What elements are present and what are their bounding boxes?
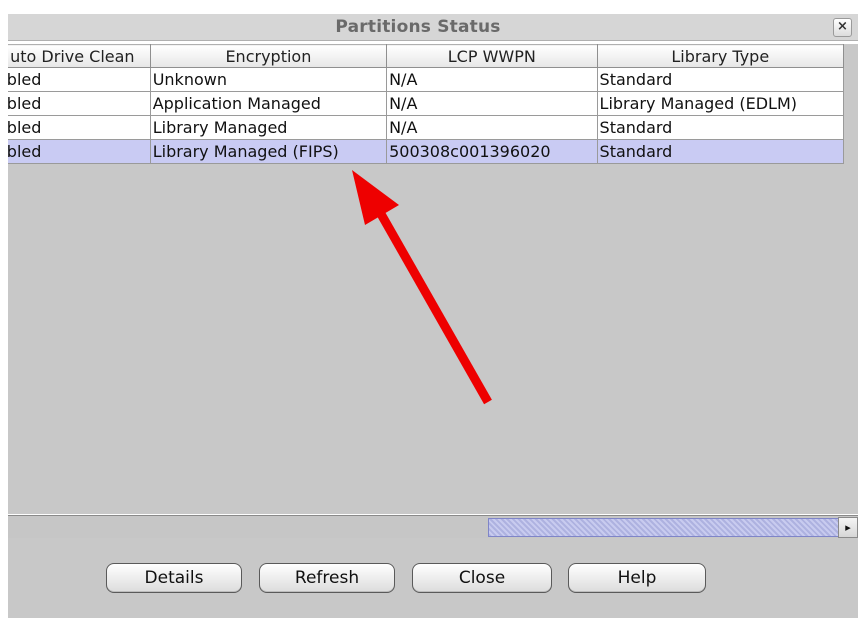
partitions-table: uto Drive Clean Encryption LCP WWPN Libr… (8, 44, 845, 164)
scrollbar-thumb[interactable] (488, 518, 840, 537)
table-header-row: uto Drive Clean Encryption LCP WWPN Libr… (8, 44, 845, 68)
close-button[interactable]: Close (412, 563, 552, 593)
cell-library-type: Library Managed (EDLM) (596, 91, 845, 116)
table-row[interactable]: abled Library Managed N/A Standard (8, 115, 845, 140)
column-header-lcp-wwpn[interactable]: LCP WWPN (386, 44, 598, 68)
cell-lcp-wwpn: 500308c001396020 (386, 139, 598, 164)
cell-auto-drive-clean: abled (8, 139, 151, 164)
cell-library-type: Standard (596, 139, 845, 164)
cell-lcp-wwpn: N/A (386, 67, 598, 92)
cell-encryption: Application Managed (149, 91, 388, 116)
cell-library-type: Standard (596, 67, 845, 92)
button-bar: Details Refresh Close Help (8, 538, 858, 618)
cell-auto-drive-clean: abled (8, 91, 151, 116)
help-button[interactable]: Help (568, 563, 706, 593)
cell-lcp-wwpn: N/A (386, 115, 598, 140)
column-header-encryption[interactable]: Encryption (149, 44, 388, 68)
chevron-right-icon[interactable]: ▸ (838, 517, 858, 538)
table-row[interactable]: abled Application Managed N/A Library Ma… (8, 91, 845, 116)
cell-library-type: Standard (596, 115, 845, 140)
cell-auto-drive-clean: abled (8, 67, 151, 92)
details-button[interactable]: Details (106, 563, 242, 593)
partitions-status-dialog: Partitions Status × uto Drive Clean Encr… (0, 0, 858, 618)
table-row[interactable]: abled Unknown N/A Standard (8, 67, 845, 92)
column-header-library-type[interactable]: Library Type (596, 44, 845, 68)
cell-encryption: Library Managed (FIPS) (149, 139, 388, 164)
cell-lcp-wwpn: N/A (386, 91, 598, 116)
refresh-button[interactable]: Refresh (259, 563, 395, 593)
cell-encryption: Unknown (149, 67, 388, 92)
partitions-table-area: uto Drive Clean Encryption LCP WWPN Libr… (8, 44, 858, 514)
column-header-auto-drive-clean[interactable]: uto Drive Clean (8, 44, 151, 68)
cell-auto-drive-clean: abled (8, 115, 151, 140)
title-bar: Partitions Status × (8, 14, 858, 41)
close-icon[interactable]: × (833, 18, 852, 37)
horizontal-scrollbar[interactable]: ▸ (8, 515, 858, 538)
dialog-title: Partitions Status (335, 17, 501, 37)
cell-encryption: Library Managed (149, 115, 388, 140)
table-row-selected[interactable]: abled Library Managed (FIPS) 500308c0013… (8, 139, 845, 164)
